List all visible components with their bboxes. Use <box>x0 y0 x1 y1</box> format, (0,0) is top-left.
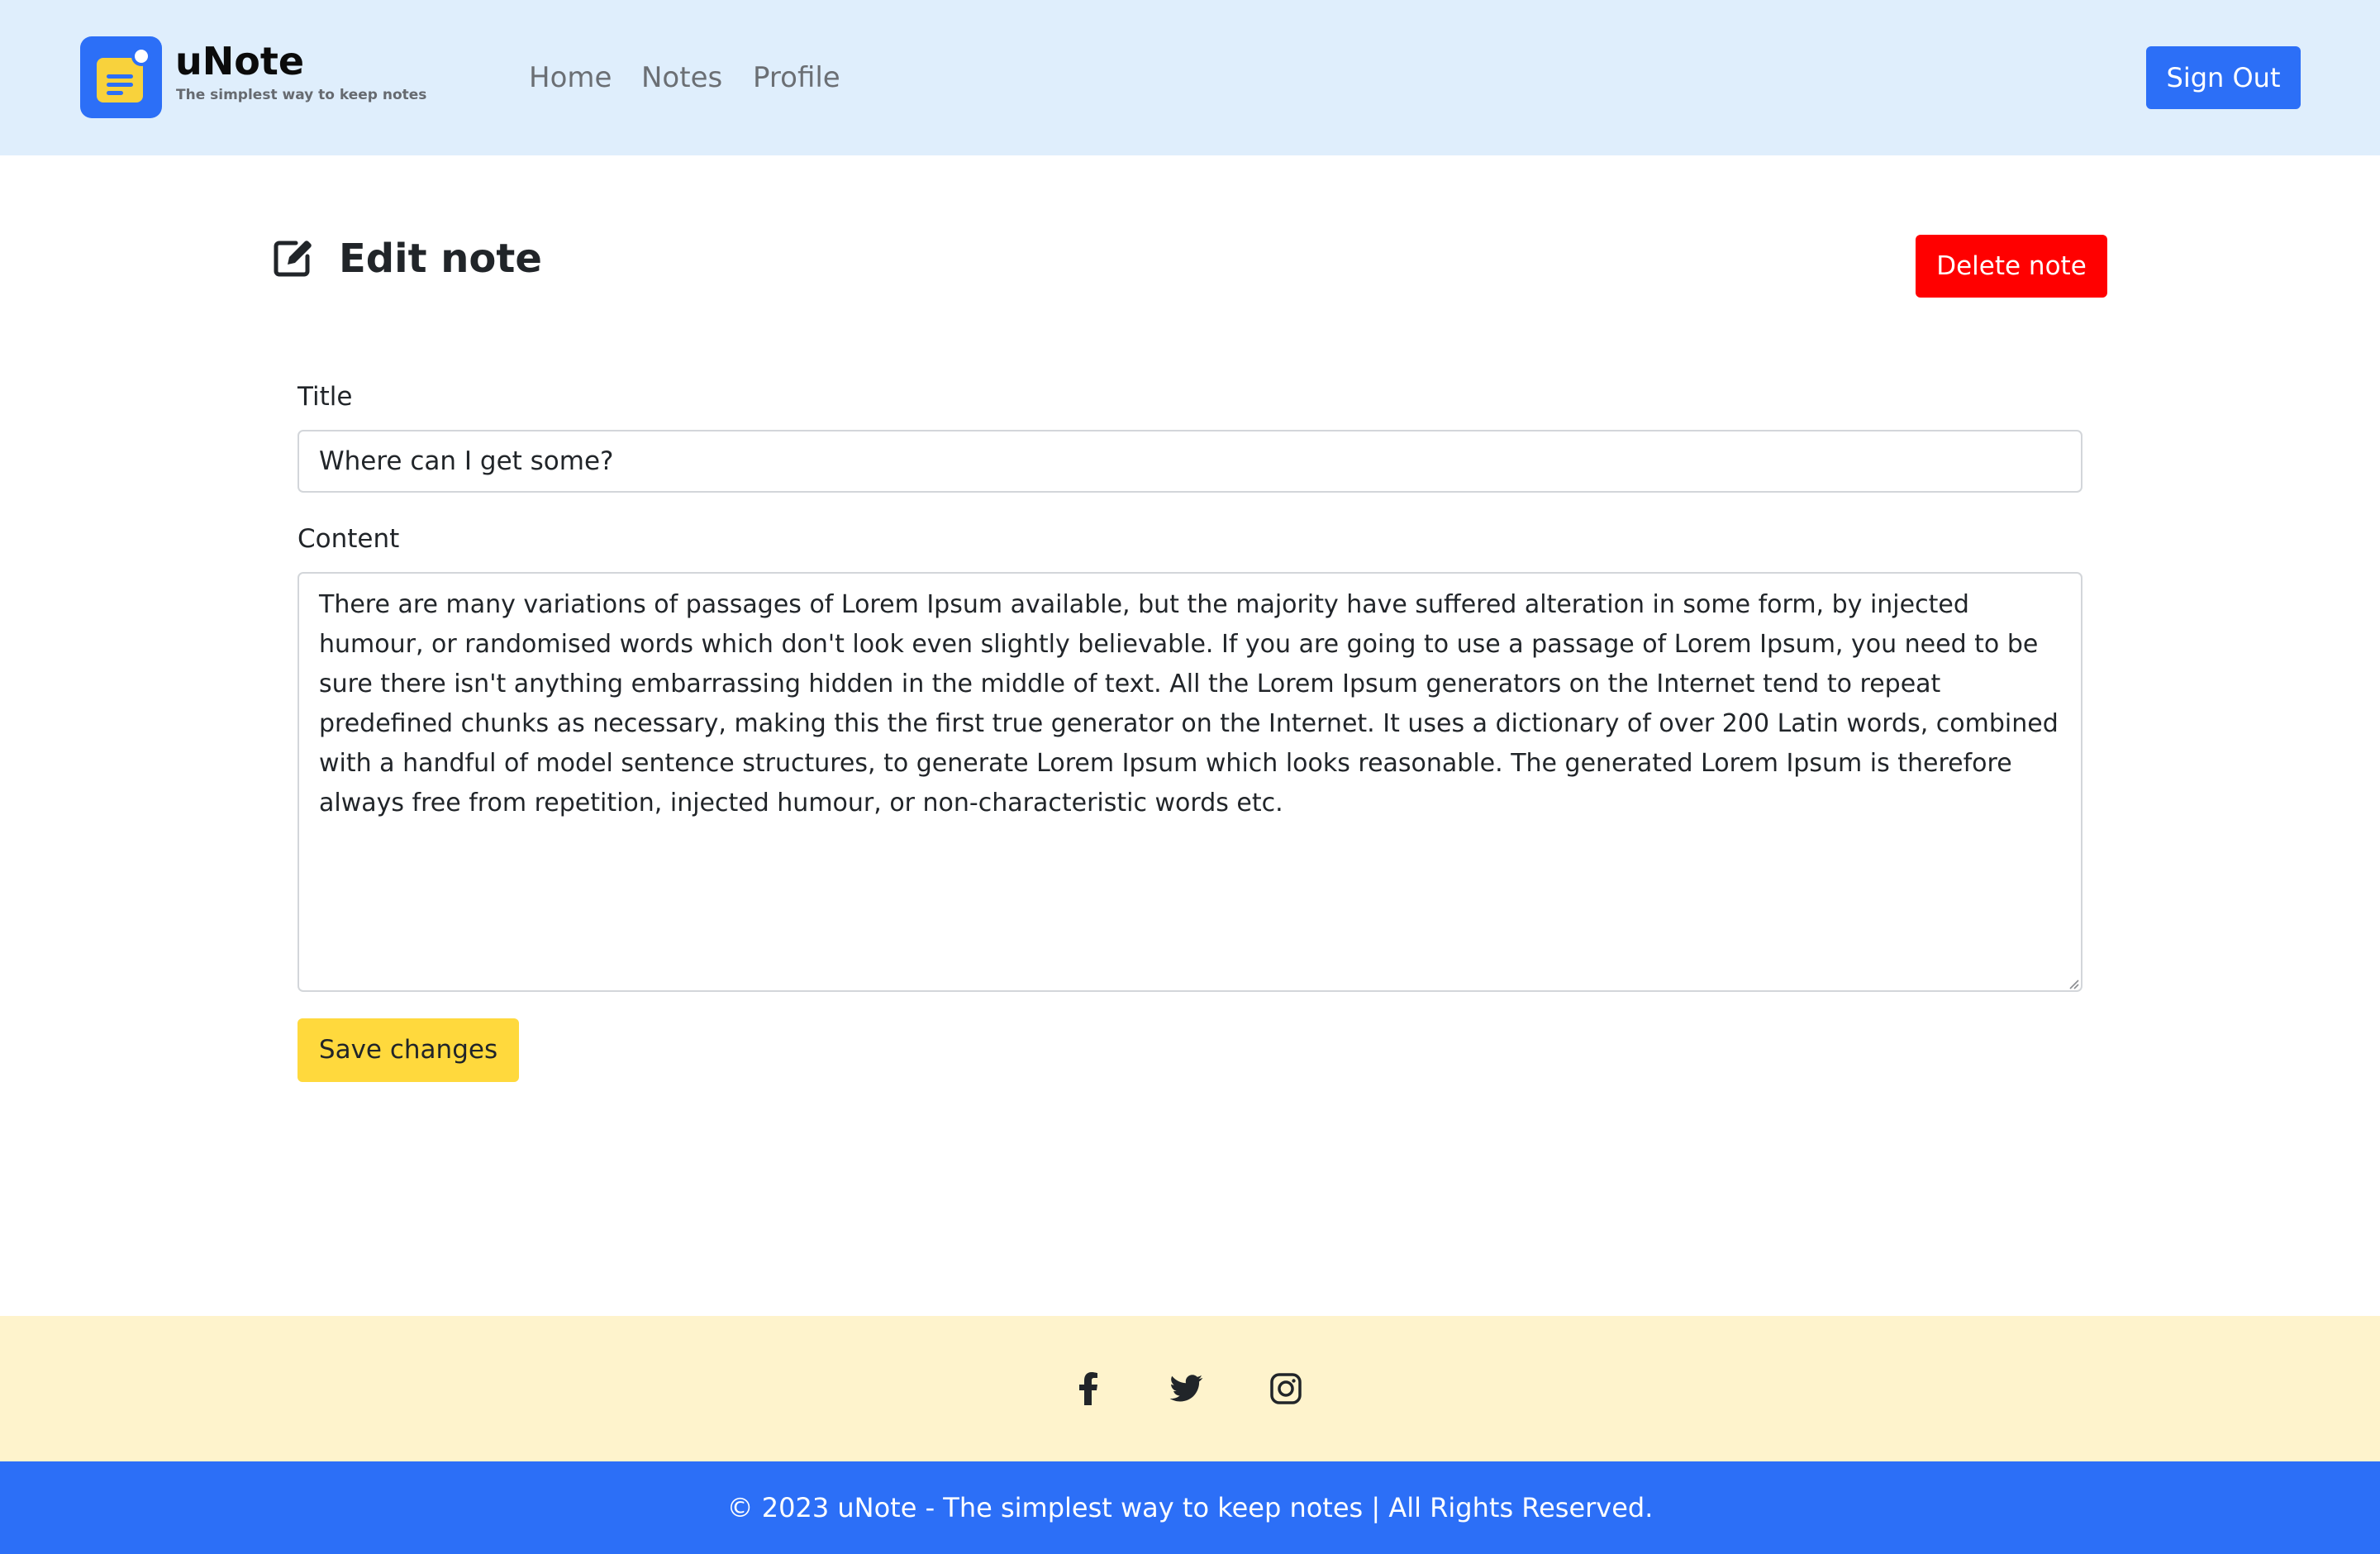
note-line <box>107 74 133 79</box>
brand-name[interactable]: uNote <box>175 36 304 86</box>
content-textarea[interactable]: There are many variations of passages of… <box>298 572 2082 992</box>
save-changes-button[interactable]: Save changes <box>298 1018 519 1082</box>
nav-notes[interactable]: Notes <box>641 56 722 99</box>
resize-handle-icon[interactable] <box>2068 978 2079 989</box>
delete-note-button[interactable]: Delete note <box>1916 235 2107 298</box>
page-title: Edit note <box>339 236 542 282</box>
sign-out-button[interactable]: Sign Out <box>2146 46 2301 109</box>
edit-icon <box>274 241 312 277</box>
content-label: Content <box>298 524 400 554</box>
note-line <box>107 83 133 87</box>
twitter-icon[interactable] <box>1168 1370 1204 1407</box>
note-line <box>107 91 123 95</box>
title-input[interactable]: Where can I get some? <box>298 430 2082 493</box>
brand-tagline: The simplest way to keep notes <box>176 87 427 103</box>
nav-home[interactable]: Home <box>529 56 612 99</box>
site-header <box>0 0 2380 155</box>
nav-profile[interactable]: Profile <box>753 56 840 99</box>
title-label: Title <box>298 382 353 412</box>
logo-icon[interactable] <box>80 36 162 118</box>
instagram-icon[interactable] <box>1268 1370 1304 1407</box>
notification-dot <box>131 46 151 66</box>
copyright-text: © 2023 uNote - The simplest way to keep … <box>726 1492 1654 1523</box>
facebook-icon[interactable] <box>1071 1370 1107 1407</box>
